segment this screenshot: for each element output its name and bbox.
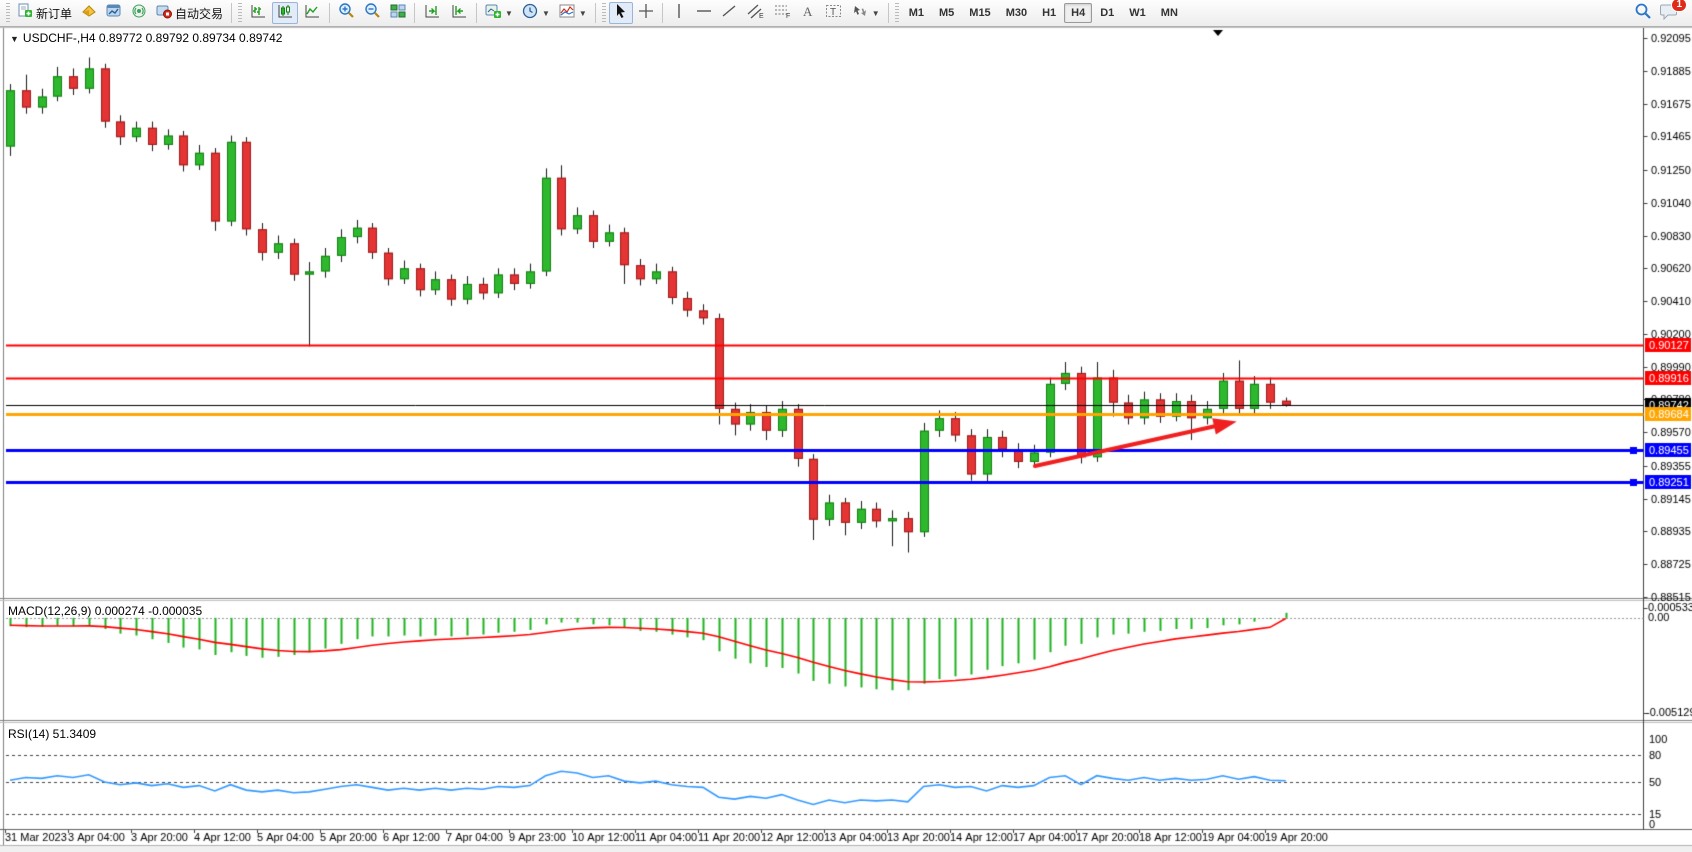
chat-unread-badge: 1 [1671,0,1687,12]
toolbar-separator [231,3,232,23]
crosshair-button[interactable] [634,2,658,24]
cursor-icon [614,3,628,24]
shift-chart-icon [423,3,441,24]
new-order-label: 新订单 [36,5,72,22]
timeframe-button-M30[interactable]: M30 [999,3,1034,23]
timeframe-button-M1[interactable]: M1 [902,3,931,23]
auto-scroll-button[interactable] [446,2,472,24]
chart-title[interactable]: ▼ USDCHF-,H4 0.89772 0.89792 0.89734 0.89… [10,31,282,45]
chart-title-text: USDCHF-,H4 0.89772 0.89792 0.89734 0.897… [23,31,283,45]
signals-icon [131,3,147,24]
charts-window-button[interactable] [102,2,126,24]
zoom-in-icon [338,2,355,24]
market-watch-button[interactable] [77,2,101,24]
line-chart-button[interactable] [299,2,325,24]
toolbar-separator [595,3,596,23]
text-icon: A [801,3,815,24]
zoom-out-icon [364,2,381,24]
equidistant-channel-icon: E [746,3,764,24]
bar-chart-icon [249,3,267,24]
horizontal-line-button[interactable] [692,2,716,24]
svg-text:F: F [786,13,790,19]
dropdown-caret-icon: ▼ [872,9,880,18]
timeframe-button-D1[interactable]: D1 [1093,3,1121,23]
timeframe-button-M5[interactable]: M5 [932,3,961,23]
tile-windows-button[interactable] [386,2,410,24]
market-watch-icon [81,3,97,24]
text-button[interactable]: A [796,2,820,24]
toolbar-separator [414,3,415,23]
fibonacci-button[interactable]: F [769,2,795,24]
dropdown-caret-icon: ▼ [505,9,513,18]
timeframe-button-H4[interactable]: H4 [1064,3,1092,23]
indicators-dropdown-button[interactable]: ▼ [555,2,591,24]
auto-scroll-icon [450,3,468,24]
svg-text:A: A [803,4,813,19]
candlestick-chart-icon [276,3,294,24]
toolbar-separator [662,3,663,23]
period-clock-icon [522,3,538,24]
new-chart-dropdown-button[interactable]: ▼ [481,2,517,24]
fibonacci-icon: F [773,3,791,24]
trading-terminal-window: 新订单 自动交易 [0,0,1692,852]
timeframe-button-W1[interactable]: W1 [1122,3,1153,23]
toolbar-separator [476,3,477,23]
equidistant-channel-button[interactable]: E [742,2,768,24]
indicators-icon [559,3,575,24]
auto-trading-label: 自动交易 [175,5,223,22]
zoom-in-button[interactable] [334,2,359,24]
period-dropdown-button[interactable]: ▼ [518,2,554,24]
charts-window-icon [106,3,122,24]
collapse-arrow-icon[interactable]: ▼ [10,34,19,44]
dropdown-caret-icon: ▼ [579,9,587,18]
timeframe-bar: M1M5M15M30H1H4D1W1MN [902,3,1185,23]
dropdown-caret-icon: ▼ [542,9,550,18]
bar-chart-button[interactable] [245,2,271,24]
toolbar-grip [6,3,10,23]
shift-chart-button[interactable] [419,2,445,24]
rsi-indicator-label: RSI(14) 51.3409 [8,727,96,741]
auto-trading-button[interactable]: 自动交易 [152,2,227,24]
chart-canvas[interactable] [0,0,1692,852]
svg-text:T: T [830,7,836,18]
tile-windows-icon [390,3,406,24]
text-label-button[interactable]: T [821,2,847,24]
line-chart-icon [303,3,321,24]
toolbar-grip [602,3,606,23]
macd-indicator-label: MACD(12,26,9) 0.000274 -0.000035 [8,604,202,618]
candlestick-chart-button[interactable] [272,2,298,24]
arrows-icon [852,3,868,24]
vertical-line-icon [673,3,685,24]
chat-button[interactable]: 1 [1660,2,1680,25]
timeframe-button-M15[interactable]: M15 [962,3,997,23]
trendline-button[interactable] [717,2,741,24]
trendline-icon [721,3,737,24]
text-label-icon: T [825,3,843,24]
signals-button[interactable] [127,2,151,24]
timeframe-button-MN[interactable]: MN [1154,3,1185,23]
toolbar: 新订单 自动交易 [0,0,1692,27]
toolbar-grip [238,3,242,23]
new-order-button[interactable]: 新订单 [13,2,76,24]
new-chart-icon [485,3,501,24]
horizontal-line-icon [696,4,712,23]
svg-text:E: E [759,13,764,19]
toolbar-grip [895,3,899,23]
arrows-dropdown-button[interactable]: ▼ [848,2,884,24]
toolbar-separator [888,3,889,23]
search-icon[interactable] [1634,2,1652,25]
vertical-line-button[interactable] [667,2,691,24]
crosshair-icon [638,3,654,24]
toolbar-separator [329,3,330,23]
zoom-out-button[interactable] [360,2,385,24]
cursor-button[interactable] [609,2,633,24]
new-order-icon [17,3,33,24]
auto-trading-icon [156,3,172,24]
timeframe-button-H1[interactable]: H1 [1035,3,1063,23]
